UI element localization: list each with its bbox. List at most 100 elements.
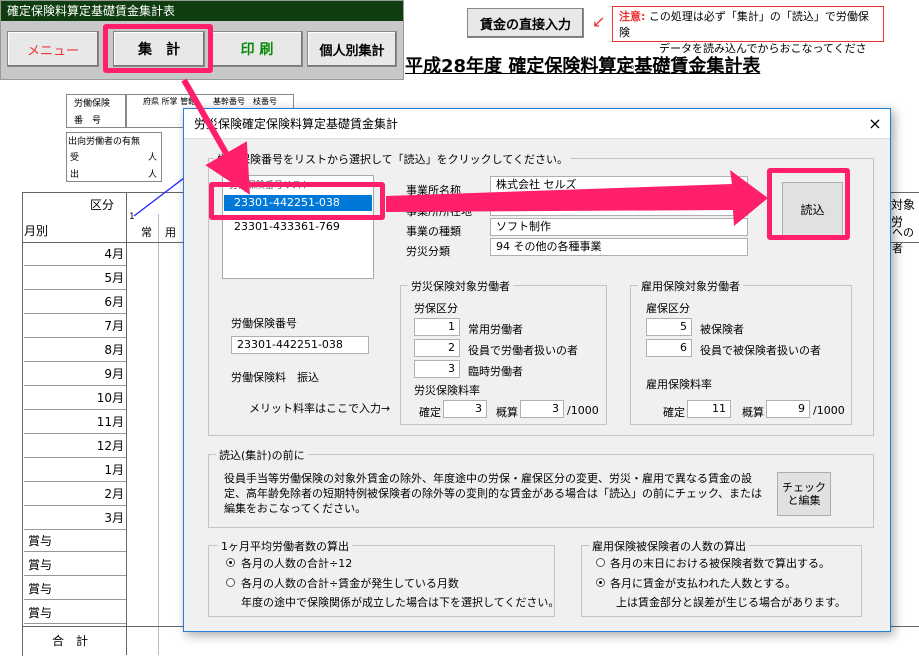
- business-label: 事業の種類: [406, 225, 461, 238]
- person-label-1: 人: [148, 153, 158, 163]
- notice-box: 注意: この処理は必ず「集計」の「読込」で労働保険 データを読み込んでからおこな…: [612, 6, 884, 71]
- jo-label: 常: [141, 226, 152, 239]
- rosai-kakutei-label: 確定: [419, 406, 441, 419]
- avg-opt1-label[interactable]: 各月の人数の合計÷12: [241, 555, 352, 571]
- labor-no-field[interactable]: 23301-442251-038: [231, 336, 369, 354]
- avg-opt1-radio[interactable]: [226, 558, 235, 567]
- month-row-label: 8月: [24, 338, 126, 362]
- koyo-opt1-label[interactable]: 各月の末日における被保険者数で算出する。: [610, 555, 830, 571]
- office-name-label: 事業所名称: [406, 184, 461, 197]
- month-row-label: 2月: [24, 482, 126, 506]
- table-col-divider: [126, 192, 127, 655]
- getsubetsu-label: 月別: [24, 224, 49, 238]
- rosai-item-label-1: 常用労働者: [468, 323, 523, 336]
- bonus-row-label: 賞与: [24, 554, 126, 576]
- month-row-label: 4月: [24, 242, 126, 266]
- rosai-item-label-2: 役員で労働者扱いの者: [468, 344, 578, 357]
- rosai-group-label: 労災保険対象労働者: [408, 278, 513, 294]
- dialog-title: 労災保険確定保険料算定基礎賃金集計: [184, 109, 890, 139]
- koyo-opt2-radio[interactable]: [596, 578, 605, 587]
- bonus-row-label: 賞与: [24, 578, 126, 600]
- office-name-field[interactable]: 株式会社 セルズ: [490, 176, 748, 194]
- yo-label: 用: [165, 226, 176, 239]
- koyo-item-label-2: 役員で被保険者扱いの者: [700, 344, 821, 357]
- business-field[interactable]: ソフト制作: [490, 218, 748, 236]
- koyo-kubun-label: 雇保区分: [646, 302, 690, 315]
- month-row-label: 5月: [24, 266, 126, 290]
- nomono-label: への者: [892, 226, 914, 255]
- base-no-label: 基幹番号 枝番号: [213, 97, 277, 106]
- koyo-code-2[interactable]: 6: [646, 339, 692, 357]
- month-row-label: 9月: [24, 362, 126, 386]
- labor-ins-label: 労働保険: [74, 99, 111, 109]
- rosai-code-3[interactable]: 3: [414, 360, 460, 378]
- avg-opt2-radio[interactable]: [226, 578, 235, 587]
- avg-group-label: 1ヶ月平均労働者数の算出: [218, 538, 352, 554]
- rosai-gaisan-field[interactable]: 3: [520, 400, 564, 418]
- arrow-icon: ↙: [592, 12, 606, 31]
- month-row-label: 1月: [24, 458, 126, 482]
- transfer-label: 出向労働者の有無: [68, 137, 141, 147]
- koyo-kakutei-label: 確定: [663, 406, 685, 419]
- rate-label: 労働保険料 振込: [231, 371, 319, 384]
- codes-label: 府県 所掌 管轄: [143, 97, 197, 106]
- rosai-gaisan-label: 概算: [496, 406, 518, 419]
- koyo-gaisan-label: 概算: [742, 406, 764, 419]
- office-addr-field[interactable]: [490, 198, 748, 216]
- list-item[interactable]: 23301-433361-769: [234, 220, 340, 233]
- koyo-opt2-label[interactable]: 各月に賃金が支払われた人数とする。: [610, 575, 796, 591]
- koyo-rate-label: 雇用保険料率: [646, 378, 712, 391]
- rosai-per1000: /1000: [567, 404, 599, 417]
- bonus-row-label: 賞与: [24, 602, 126, 624]
- koyo-kakutei-field[interactable]: 11: [687, 400, 731, 418]
- toolbar-title: 確定保険料算定基礎賃金集計表: [1, 1, 403, 21]
- before-text: 役員手当等労働保険の対象外賃金の除外、年度途中の労保・雇保区分の変更、労災・雇用…: [224, 472, 763, 515]
- rosai-kakutei-field[interactable]: 3: [443, 400, 487, 418]
- rosai-code-1[interactable]: 1: [414, 318, 460, 336]
- koyo-count-group-label: 雇用保険被保険者の人数の算出: [589, 538, 749, 554]
- notice-line1: この処理は必ず「集計」の「読込」で労働保険: [619, 10, 869, 39]
- month-row-label: 7月: [24, 314, 126, 338]
- kubun-label: 区分: [90, 198, 115, 212]
- notice-label: 注意:: [619, 10, 646, 23]
- office-addr-label: 事業所所在地: [406, 205, 472, 218]
- total-label: 合 計: [52, 634, 89, 648]
- number-label: 番 号: [74, 116, 102, 126]
- merit-label: メリット料率はここで入力→: [249, 402, 391, 415]
- rosai-item-label-3: 臨時労働者: [468, 365, 523, 378]
- check-edit-line2: と編集: [787, 494, 821, 507]
- labor-no-label: 労働保険番号: [231, 317, 297, 330]
- rosai-code-2[interactable]: 2: [414, 339, 460, 357]
- rosai-rate-label: 労災保険料率: [414, 384, 480, 397]
- koyo-per1000: /1000: [813, 404, 845, 417]
- menu-button[interactable]: メニュー: [7, 31, 99, 67]
- koyo-code-1[interactable]: 5: [646, 318, 692, 336]
- receive-label: 受: [70, 153, 80, 163]
- month-row-label: 6月: [24, 290, 126, 314]
- koyo-opt1-radio[interactable]: [596, 558, 605, 567]
- bonus-row-label: 賞与: [24, 530, 126, 552]
- rosai-cat-field[interactable]: 94 その他の各種事業: [490, 238, 748, 256]
- load-highlight: [767, 168, 850, 240]
- koyo-group-label: 雇用保険対象労働者: [638, 278, 743, 294]
- rosai-kubun-label: 労保区分: [414, 302, 458, 315]
- print-button[interactable]: 印 刷: [211, 31, 303, 67]
- aggregate-highlight: [103, 24, 213, 73]
- koyo-item-label-1: 被保険者: [700, 323, 744, 336]
- close-icon[interactable]: ×: [860, 109, 890, 139]
- before-group-label: 読込(集計)の前に: [216, 447, 308, 463]
- month-row-label: 3月: [24, 506, 126, 530]
- month-row-label: 12月: [24, 434, 126, 458]
- koyo-gaisan-field[interactable]: 9: [766, 400, 810, 418]
- list-highlight: [209, 182, 385, 220]
- koyo-note: 上は賃金部分と誤差が生じる場合があります。: [616, 596, 846, 609]
- rosai-cat-label: 労災分類: [406, 245, 450, 258]
- month-row-label: 10月: [24, 386, 126, 410]
- direct-input-button[interactable]: 賃金の直接入力: [467, 8, 584, 38]
- month-row-label: 11月: [24, 410, 126, 434]
- list-group-label: 労働保険番号をリストから選択して「読込」をクリックしてください。: [214, 151, 572, 167]
- avg-note: 年度の途中で保険関係が成立した場合は下を選択してください。: [241, 596, 560, 609]
- avg-opt2-label[interactable]: 各月の人数の合計÷賃金が発生している月数: [241, 575, 459, 591]
- individual-aggregate-button[interactable]: 個人別集計: [307, 31, 397, 67]
- check-edit-button[interactable]: チェック と編集: [777, 472, 831, 516]
